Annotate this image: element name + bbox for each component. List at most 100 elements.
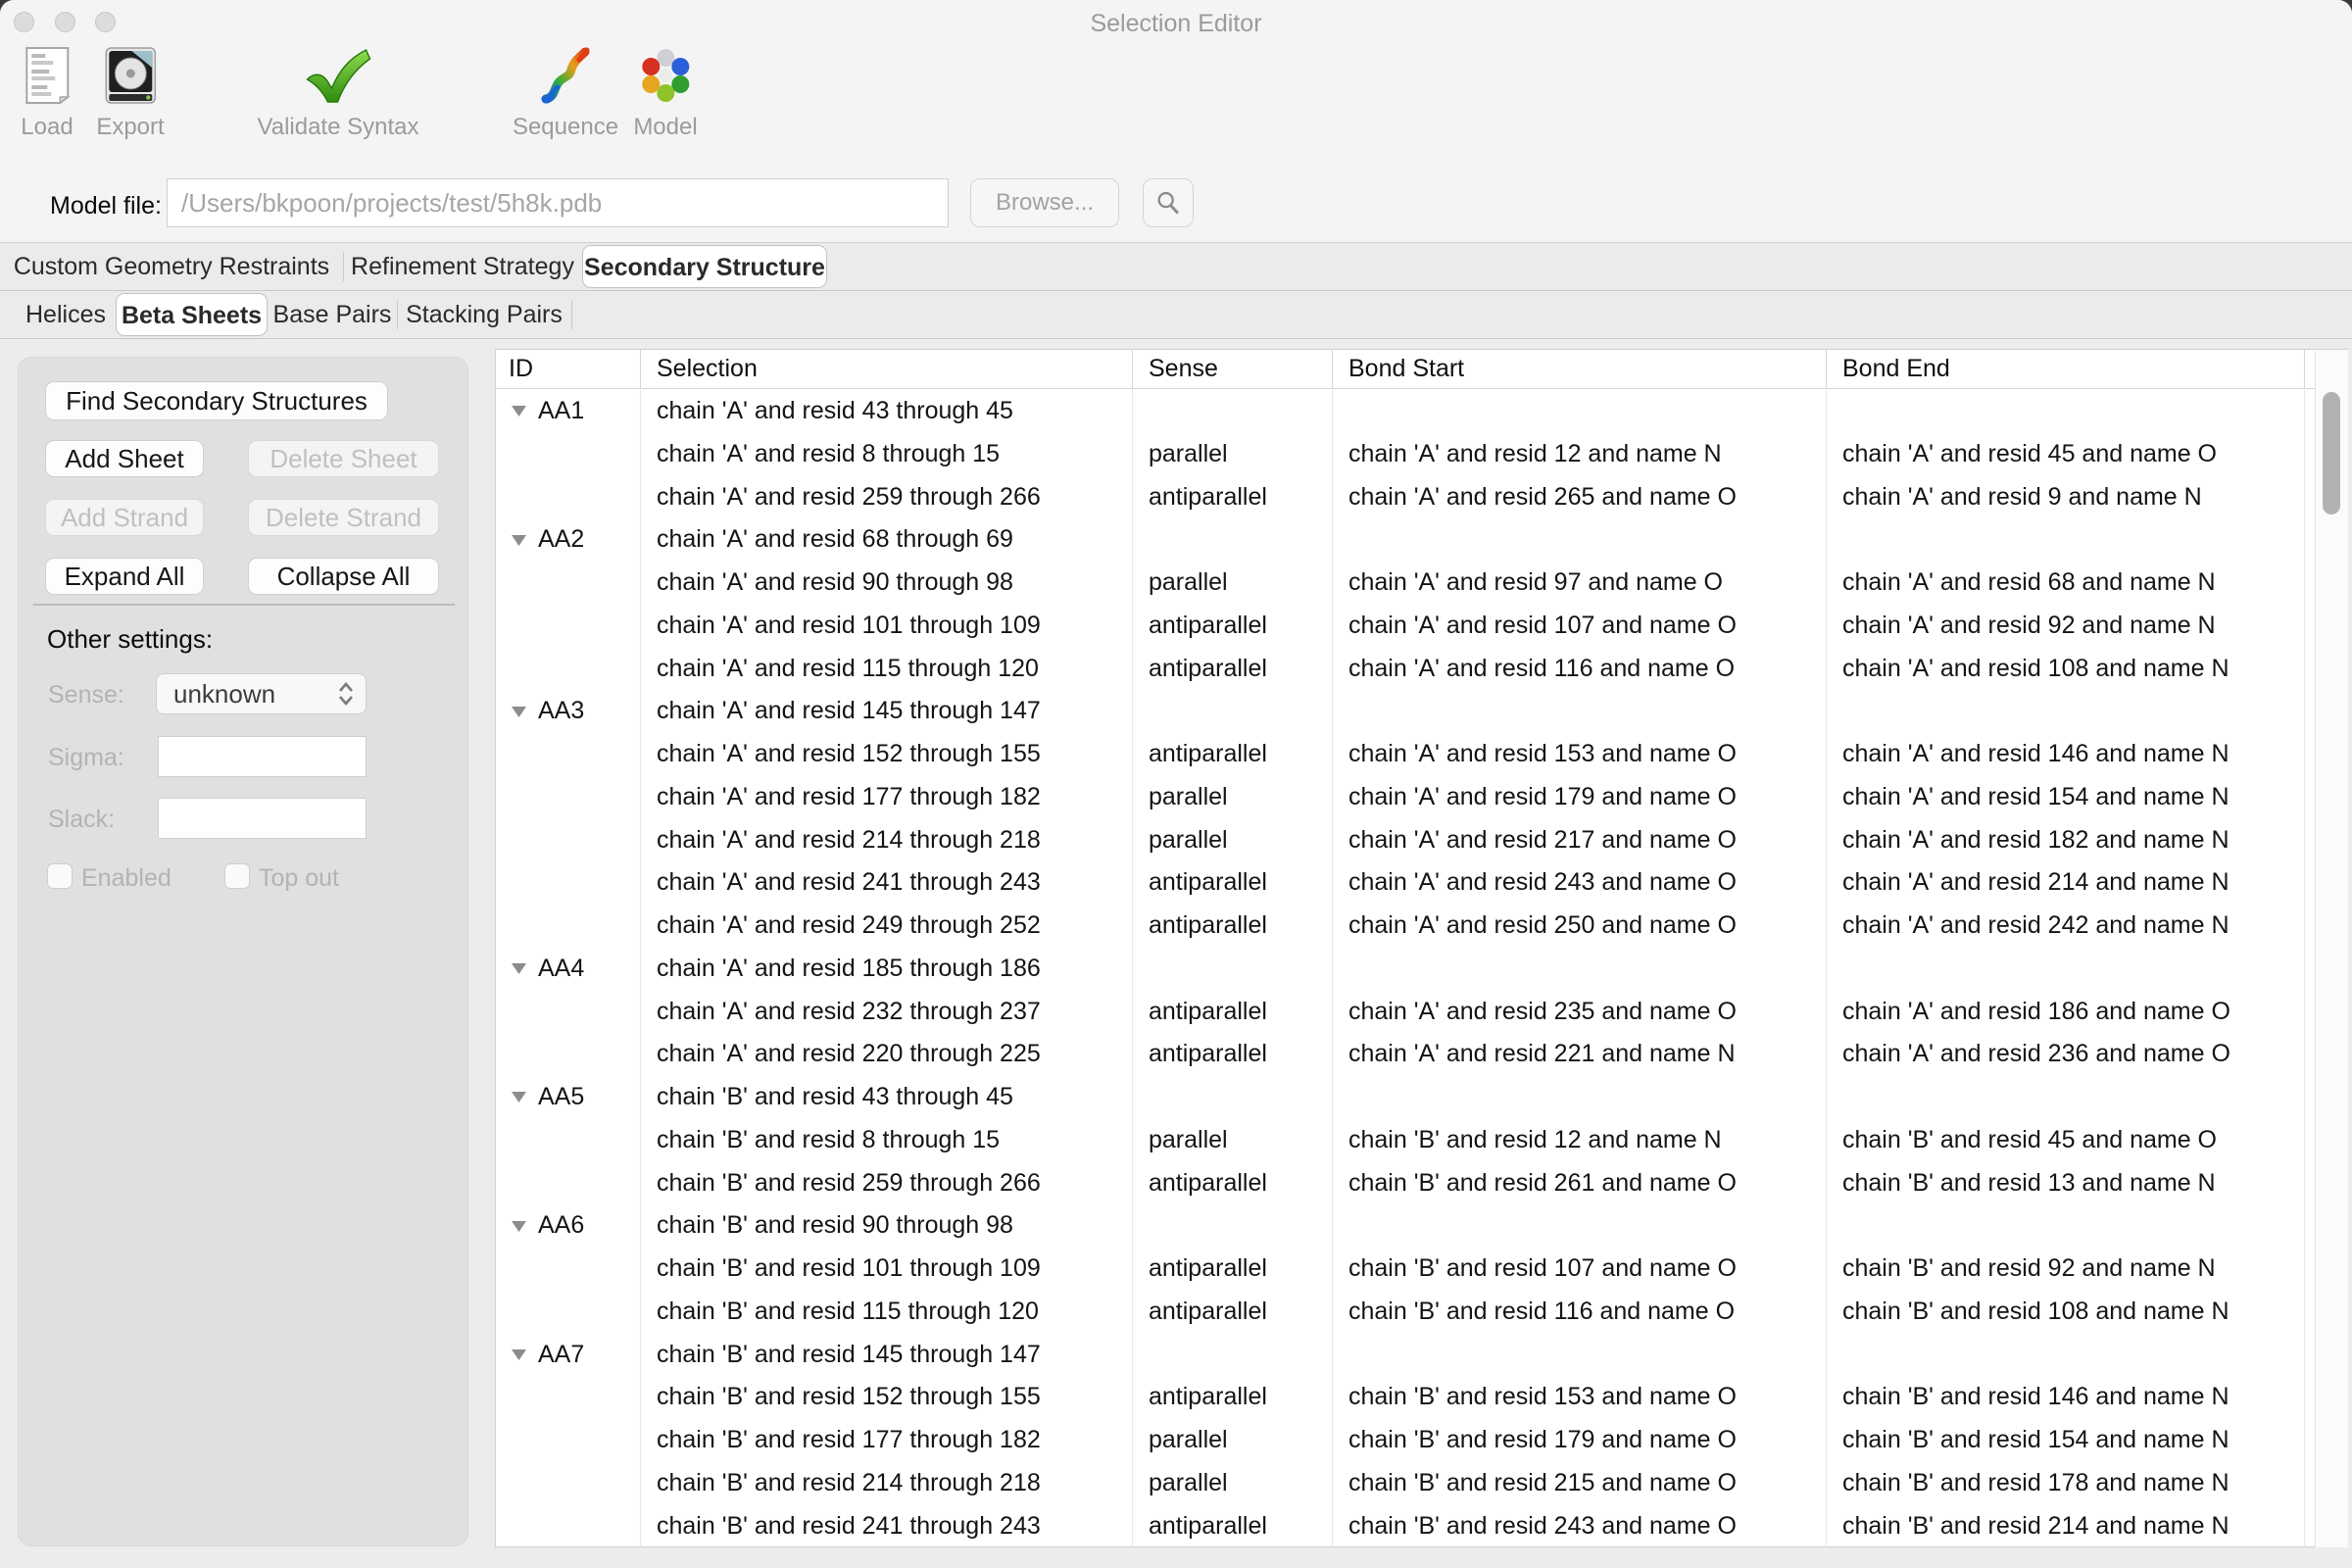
table-row[interactable]: AA5chain 'B' and resid 43 through 45 (496, 1076, 2347, 1119)
expand-all-button[interactable]: Expand All (45, 558, 204, 595)
enabled-checkbox[interactable] (47, 863, 73, 889)
sigma-label: Sigma: (48, 744, 124, 772)
table-row[interactable]: chain 'A' and resid 177 through 182paral… (496, 776, 2347, 819)
cell-id (496, 991, 640, 1034)
toolbar-label-export: Export (96, 114, 164, 141)
selection-editor-window: Selection Editor Load (0, 0, 2352, 1568)
disclosure-triangle-icon[interactable] (511, 1091, 527, 1103)
table-row[interactable]: chain 'A' and resid 90 through 98paralle… (496, 562, 2347, 605)
table-row[interactable]: chain 'A' and resid 152 through 155antip… (496, 733, 2347, 776)
column-header-sense[interactable]: Sense (1132, 350, 1332, 388)
validate-syntax-icon (258, 43, 419, 108)
disclosure-triangle-icon[interactable] (511, 405, 527, 417)
table-row[interactable]: chain 'B' and resid 8 through 15parallel… (496, 1119, 2347, 1162)
cell-bstart: chain 'B' and resid 179 and name O (1332, 1419, 1826, 1462)
column-header-selection[interactable]: Selection (640, 350, 1132, 388)
table-row[interactable]: chain 'B' and resid 152 through 155antip… (496, 1376, 2347, 1419)
cell-text: chain 'A' and resid 97 and name O (1348, 568, 1723, 596)
cell-id (496, 1248, 640, 1291)
cell-bend: chain 'A' and resid 186 and name O (1826, 991, 2304, 1034)
table-row[interactable]: chain 'A' and resid 8 through 15parallel… (496, 433, 2347, 476)
model-file-input[interactable] (167, 178, 949, 227)
top-out-checkbox[interactable] (224, 863, 250, 889)
table-row[interactable]: chain 'A' and resid 214 through 218paral… (496, 819, 2347, 862)
cell-bstart (1332, 390, 1826, 433)
collapse-all-button[interactable]: Collapse All (248, 558, 439, 595)
toolbar-button-validate-syntax[interactable]: Validate Syntax (258, 43, 419, 141)
tab-custom-geometry-restraints[interactable]: Custom Geometry Restraints (0, 243, 343, 290)
delete-sheet-button[interactable]: Delete Sheet (248, 440, 439, 477)
add-strand-button[interactable]: Add Strand (45, 499, 204, 536)
table-row[interactable]: chain 'B' and resid 259 through 266antip… (496, 1162, 2347, 1205)
table-row[interactable]: chain 'A' and resid 249 through 252antip… (496, 905, 2347, 948)
column-header-id[interactable]: ID (496, 350, 640, 388)
table-row[interactable]: AA6chain 'B' and resid 90 through 98 (496, 1204, 2347, 1248)
disclosure-triangle-icon[interactable] (511, 706, 527, 718)
tab-beta-sheets[interactable]: Beta Sheets (116, 293, 268, 336)
cell-text: chain 'A' and resid 177 through 182 (657, 783, 1041, 810)
tab-stacking-pairs[interactable]: Stacking Pairs (397, 291, 571, 338)
slack-field[interactable] (158, 798, 367, 839)
disclosure-triangle-icon[interactable] (511, 1220, 527, 1233)
find-secondary-structures-button[interactable]: Find Secondary Structures (45, 381, 388, 420)
disclosure-triangle-icon[interactable] (511, 962, 527, 975)
vertical-scrollbar-thumb[interactable] (2323, 392, 2340, 514)
add-sheet-button[interactable]: Add Sheet (45, 440, 204, 477)
table-row[interactable]: AA3chain 'A' and resid 145 through 147 (496, 690, 2347, 733)
tab-divider (571, 300, 572, 329)
cell-bstart: chain 'A' and resid 97 and name O (1332, 562, 1826, 605)
table-row[interactable]: chain 'B' and resid 241 through 243antip… (496, 1505, 2347, 1548)
cell-text: chain 'B' and resid 12 and name N (1348, 1126, 1722, 1153)
table-row[interactable]: chain 'A' and resid 241 through 243antip… (496, 861, 2347, 905)
cell-text: parallel (1149, 440, 1228, 467)
cell-text: chain 'A' and resid 220 through 225 (657, 1040, 1041, 1067)
cell-text: chain 'B' and resid 108 and name N (1842, 1298, 2230, 1325)
tab-helices[interactable]: Helices (12, 291, 120, 338)
cell-sel: chain 'B' and resid 214 through 218 (640, 1462, 1132, 1505)
delete-strand-button[interactable]: Delete Strand (248, 499, 439, 536)
cell-text: chain 'B' and resid 259 through 266 (657, 1169, 1041, 1197)
sense-dropdown[interactable]: unknown (156, 673, 367, 714)
tab-refinement-strategy[interactable]: Refinement Strategy (343, 243, 582, 290)
column-header-bond-end[interactable]: Bond End (1826, 350, 2304, 388)
cell-text: chain 'B' and resid 154 and name N (1842, 1426, 2230, 1453)
table-row[interactable]: chain 'A' and resid 115 through 120antip… (496, 648, 2347, 691)
column-header-bond-start[interactable]: Bond Start (1332, 350, 1826, 388)
table-row[interactable]: chain 'B' and resid 177 through 182paral… (496, 1419, 2347, 1462)
cell-sense: antiparallel (1132, 1291, 1332, 1334)
table-row[interactable]: AA1chain 'A' and resid 43 through 45 (496, 390, 2347, 433)
search-button[interactable] (1143, 178, 1194, 227)
table-row[interactable]: chain 'A' and resid 101 through 109antip… (496, 605, 2347, 648)
tab-base-pairs[interactable]: Base Pairs (268, 291, 397, 338)
toolbar-button-export[interactable]: Export (96, 43, 164, 141)
table-row[interactable]: AA7chain 'B' and resid 145 through 147 (496, 1334, 2347, 1377)
tab-secondary-structure[interactable]: Secondary Structure (582, 245, 827, 288)
cell-text: chain 'B' and resid 45 and name O (1842, 1126, 2217, 1153)
cell-sense: antiparallel (1132, 905, 1332, 948)
table-row[interactable]: AA2chain 'A' and resid 68 through 69 (496, 518, 2347, 562)
sigma-field[interactable] (158, 736, 367, 777)
table-row[interactable]: chain 'B' and resid 101 through 109antip… (496, 1248, 2347, 1291)
cell-text: antiparallel (1149, 483, 1267, 511)
cell-text: antiparallel (1149, 1040, 1267, 1067)
toolbar-button-sequence[interactable]: Sequence (513, 43, 618, 141)
cell-id (496, 776, 640, 819)
table-row[interactable]: chain 'A' and resid 259 through 266antip… (496, 476, 2347, 519)
cell-text: chain 'A' and resid 107 and name O (1348, 612, 1737, 639)
table-row[interactable]: chain 'A' and resid 232 through 237antip… (496, 991, 2347, 1034)
cell-text: chain 'A' and resid 146 and name N (1842, 740, 2230, 767)
table-row[interactable]: chain 'A' and resid 220 through 225 antip… (496, 1033, 2347, 1076)
table-row[interactable]: chain 'B' and resid 214 through 218paral… (496, 1462, 2347, 1505)
toolbar-button-load[interactable]: Load (21, 43, 73, 141)
table-row[interactable]: AA4chain 'A' and resid 185 through 186 (496, 948, 2347, 991)
disclosure-triangle-icon[interactable] (511, 1348, 527, 1361)
toolbar-button-model[interactable]: Model (633, 43, 697, 141)
table-row[interactable]: chain 'B' and resid 115 through 120antip… (496, 1291, 2347, 1334)
cell-text: chain 'A' and resid 153 and name O (1348, 740, 1737, 767)
vertical-scrollbar[interactable] (2315, 351, 2348, 1547)
cell-bstart (1332, 690, 1826, 733)
browse-button[interactable]: Browse... (970, 178, 1119, 227)
cell-bend: chain 'B' and resid 45 and name O (1826, 1119, 2304, 1162)
disclosure-triangle-icon[interactable] (511, 534, 527, 547)
cell-sel: chain 'A' and resid 43 through 45 (640, 390, 1132, 433)
